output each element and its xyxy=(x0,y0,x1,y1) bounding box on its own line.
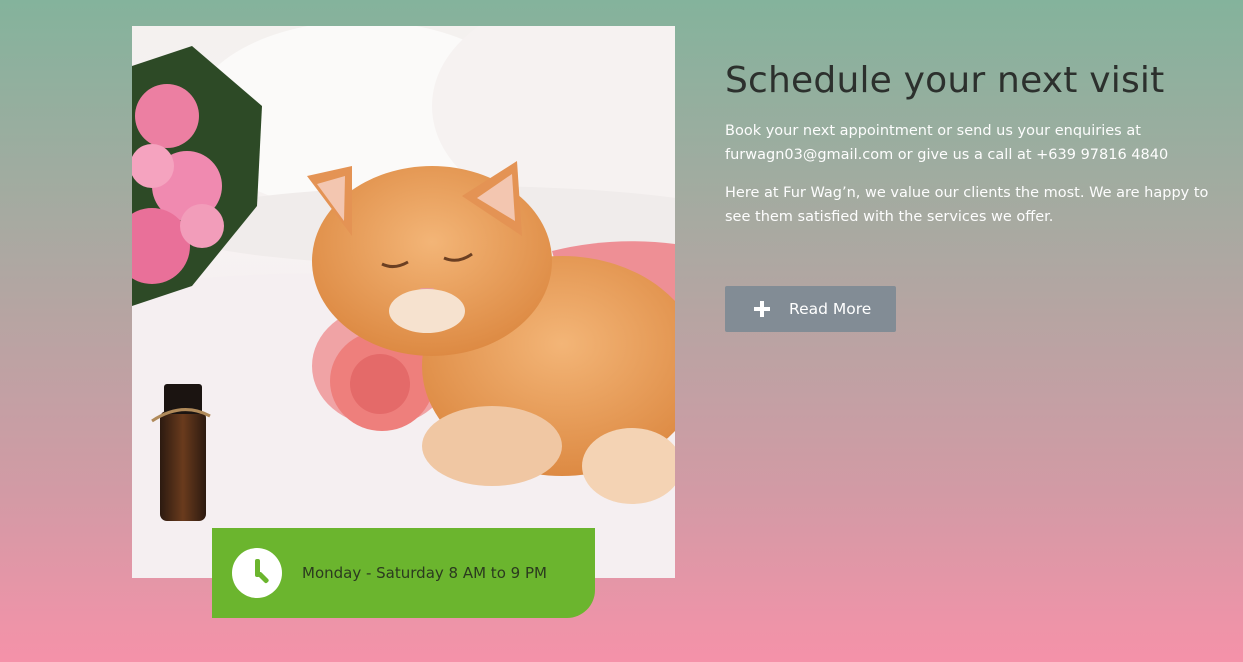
plus-icon xyxy=(754,301,770,317)
schedule-content: Schedule your next visit Book your next … xyxy=(725,60,1230,243)
opening-hours-banner: Monday - Saturday 8 AM to 9 PM xyxy=(212,528,595,618)
contact-paragraph: Book your next appointment or send us yo… xyxy=(725,123,1169,163)
read-more-button[interactable]: Read More xyxy=(725,286,896,332)
page-title: Schedule your next visit xyxy=(725,60,1165,101)
clock-icon xyxy=(232,548,282,598)
about-paragraph: Here at Fur Wag’n, we value our clients … xyxy=(725,185,1209,225)
cat-spa-photo xyxy=(132,26,675,578)
read-more-label: Read More xyxy=(789,300,872,318)
opening-hours-text: Monday - Saturday 8 AM to 9 PM xyxy=(302,564,547,582)
cat-spa-illustration xyxy=(132,26,675,578)
